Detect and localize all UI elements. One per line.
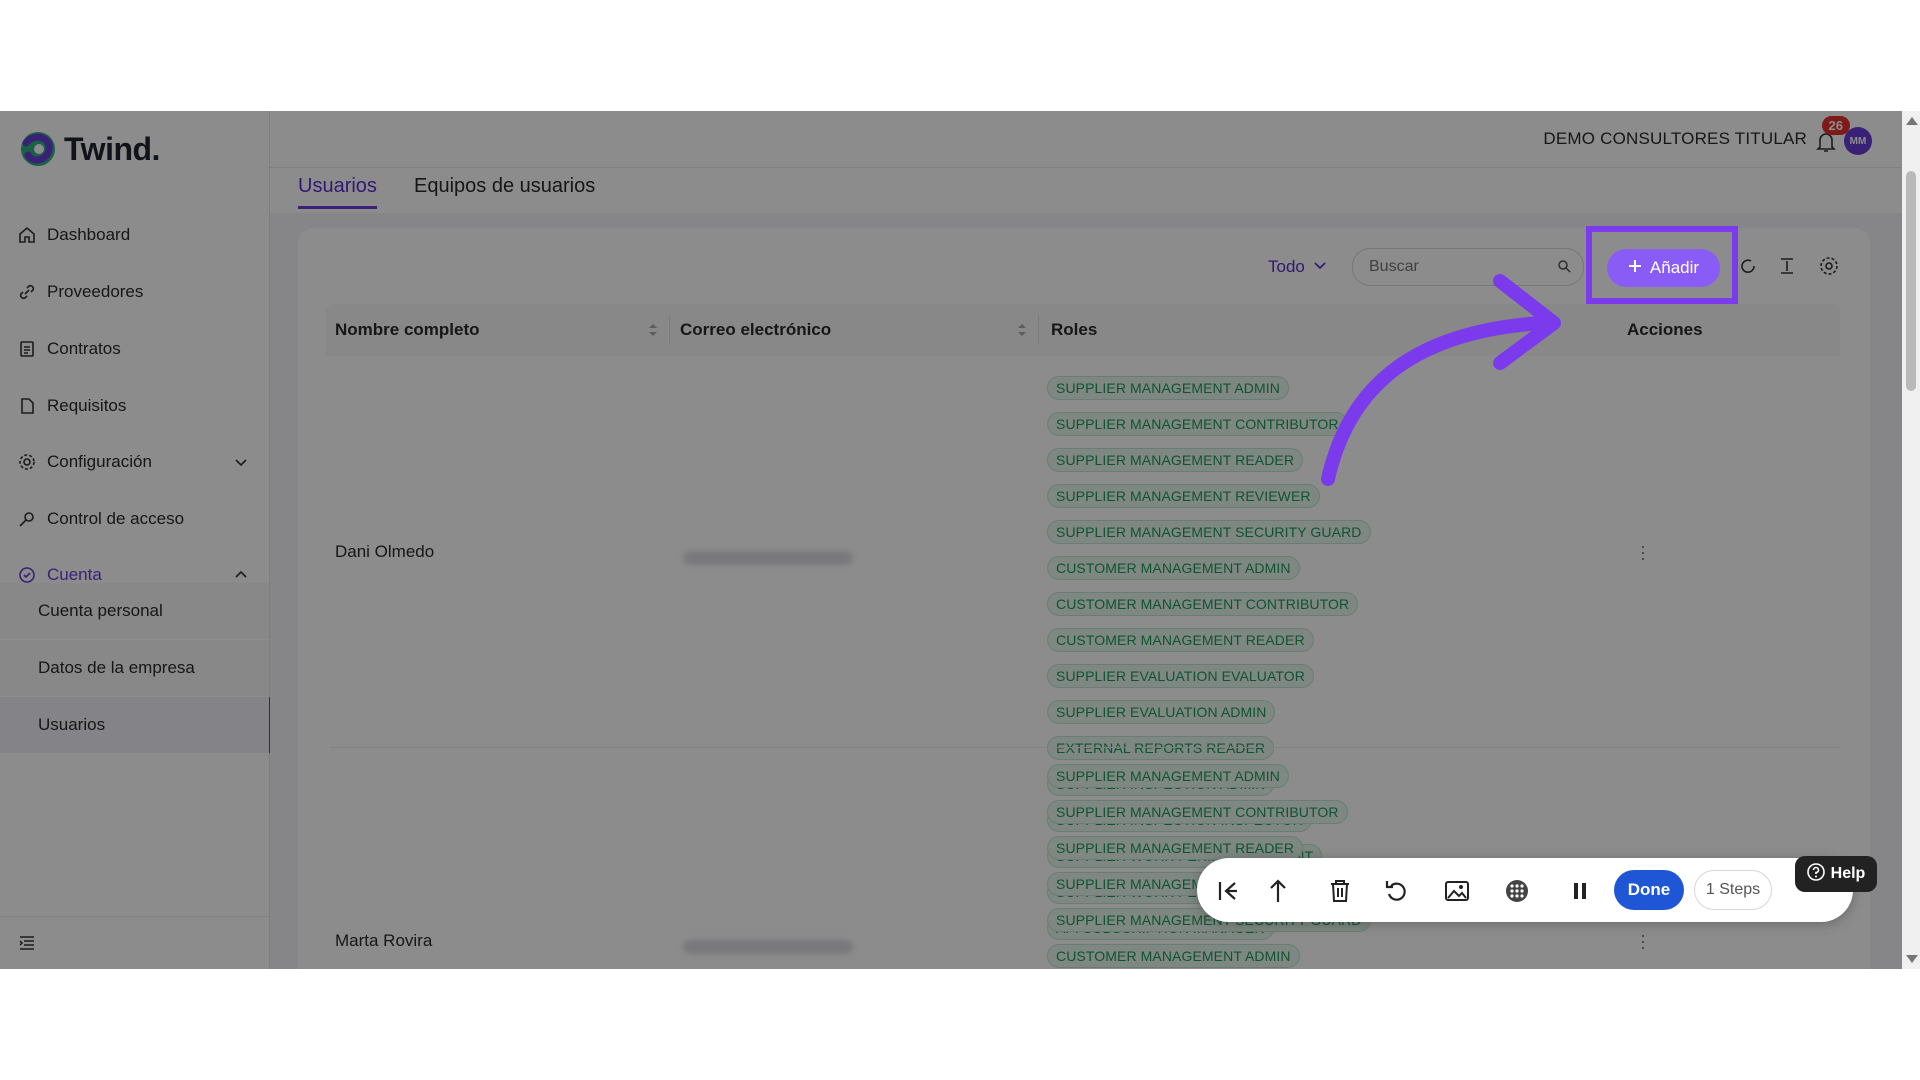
done-button[interactable]: Done bbox=[1614, 870, 1684, 910]
role-tag: SUPPLIER MANAGEMENT CONTRIBUTOR bbox=[1047, 412, 1348, 436]
top-header: DEMO CONSULTORES TITULAR 26 MM bbox=[270, 111, 1920, 168]
sidebar-item-dashboard[interactable]: Dashboard bbox=[0, 215, 269, 255]
user-email-blurred bbox=[683, 551, 853, 565]
role-tag: SUPPLIER EVALUATION EVALUATOR bbox=[1047, 664, 1315, 688]
sidebar-subitem-cuenta-personal[interactable]: Cuenta personal bbox=[0, 583, 269, 639]
user-email-blurred bbox=[683, 940, 853, 954]
twind-logo-icon bbox=[18, 129, 58, 169]
role-tag: SUPPLIER EVALUATION ADMIN bbox=[1047, 700, 1276, 724]
brand-logo[interactable]: Twind. bbox=[18, 129, 160, 169]
sidebar-subitem-usuarios[interactable]: Usuarios bbox=[0, 697, 272, 753]
sidebar-subitem-datos-empresa[interactable]: Datos de la empresa bbox=[0, 640, 269, 696]
role-tag: SUPPLIER MANAGEMENT ADMIN bbox=[1047, 376, 1289, 400]
sidebar-footer bbox=[0, 916, 269, 969]
chevron-down-icon bbox=[233, 454, 249, 470]
tab-bar: Usuarios Equipos de usuarios bbox=[298, 167, 1878, 213]
plus-icon bbox=[1628, 258, 1642, 278]
column-header-email[interactable]: Correo electrónico bbox=[680, 320, 831, 340]
sidebar-item-contratos[interactable]: Contratos bbox=[0, 329, 269, 369]
chevron-up-icon bbox=[233, 567, 249, 583]
sidebar-item-label: Cuenta bbox=[47, 565, 102, 584]
column-height-icon[interactable] bbox=[1776, 255, 1798, 277]
role-tag: SUPPLIER MANAGEMENT SECURITY GUARD bbox=[1047, 520, 1371, 544]
role-tag: SUPPLIER MANAGEMENT READER bbox=[1047, 448, 1304, 472]
role-tag: CUSTOMER MANAGEMENT CONTRIBUTOR bbox=[1047, 592, 1359, 616]
user-name: Marta Rovira bbox=[335, 931, 433, 950]
sidebar-item-label: Control de acceso bbox=[47, 509, 185, 528]
add-user-button[interactable]: Añadir bbox=[1607, 249, 1720, 287]
sidebar-item-label: Dashboard bbox=[47, 225, 131, 244]
contract-icon bbox=[17, 339, 37, 359]
sort-icon[interactable] bbox=[1017, 322, 1027, 338]
column-header-name[interactable]: Nombre completo bbox=[335, 320, 480, 340]
account-icon bbox=[17, 565, 37, 585]
scrollbar[interactable] bbox=[1902, 111, 1920, 969]
steps-counter-button[interactable]: 1 Steps bbox=[1694, 870, 1772, 910]
column-divider bbox=[1038, 316, 1039, 344]
collapse-sidebar-icon[interactable] bbox=[18, 934, 36, 952]
trash-icon[interactable] bbox=[1327, 878, 1353, 904]
sidebar: Twind. Dashboard Proveedores Contratos R… bbox=[0, 111, 272, 969]
role-tag: CUSTOMER MANAGEMENT ADMIN bbox=[1047, 556, 1300, 580]
role-tag: SUPPLIER MANAGEMENT ADMIN bbox=[1047, 764, 1289, 788]
role-tag: CUSTOMER MANAGEMENT ADMIN bbox=[1047, 944, 1300, 968]
app-window: Twind. Dashboard Proveedores Contratos R… bbox=[0, 111, 1920, 969]
sidebar-subitem-label: Cuenta personal bbox=[38, 601, 163, 620]
settings-gear-icon[interactable] bbox=[1818, 255, 1840, 277]
sidebar-item-label: Proveedores bbox=[47, 282, 144, 301]
sidebar-item-requisitos[interactable]: Requisitos bbox=[0, 386, 269, 426]
blur-icon[interactable] bbox=[1504, 878, 1530, 904]
sort-icon[interactable] bbox=[648, 322, 658, 338]
user-name: Dani Olmedo bbox=[335, 542, 435, 561]
gear-icon bbox=[17, 452, 37, 472]
sidebar-item-configuracion[interactable]: Configuración bbox=[0, 442, 269, 482]
row-actions-menu-icon[interactable]: · · · bbox=[1640, 926, 1646, 956]
home-icon bbox=[17, 225, 37, 245]
sidebar-subitem-label: Usuarios bbox=[38, 715, 106, 734]
sidebar-item-control-de-acceso[interactable]: Control de acceso bbox=[0, 499, 269, 539]
pause-icon[interactable] bbox=[1567, 878, 1593, 904]
refresh-icon[interactable] bbox=[1737, 255, 1759, 277]
sidebar-item-label: Requisitos bbox=[47, 396, 127, 415]
sidebar-item-proveedores[interactable]: Proveedores bbox=[0, 272, 269, 312]
table-header: Nombre completo Correo electrónico Roles… bbox=[326, 304, 1840, 356]
sidebar-item-label: Configuración bbox=[47, 452, 152, 471]
sidebar-item-label: Contratos bbox=[47, 339, 121, 358]
scroll-up-icon[interactable] bbox=[1906, 117, 1918, 125]
tab-usuarios[interactable]: Usuarios bbox=[298, 175, 377, 209]
recorder-toolbar: Done 1 Steps bbox=[1197, 858, 1853, 922]
add-user-label: Añadir bbox=[1649, 258, 1700, 277]
undo-icon[interactable] bbox=[1384, 878, 1410, 904]
scroll-down-icon[interactable] bbox=[1906, 955, 1918, 963]
help-button[interactable]: Help bbox=[1795, 856, 1877, 892]
image-icon[interactable] bbox=[1444, 878, 1470, 904]
skip-back-icon[interactable] bbox=[1215, 878, 1241, 904]
row-actions-menu-icon[interactable]: · · · bbox=[1640, 537, 1646, 567]
filter-value: Todo bbox=[1268, 257, 1305, 276]
column-header-roles: Roles bbox=[1051, 320, 1098, 339]
document-icon bbox=[17, 396, 37, 416]
help-icon bbox=[1806, 862, 1825, 886]
help-label: Help bbox=[1830, 865, 1866, 882]
column-header-actions: Acciones bbox=[1627, 320, 1703, 339]
scroll-thumb[interactable] bbox=[1906, 171, 1916, 391]
role-tag: SUPPLIER MANAGEMENT CONTRIBUTOR bbox=[1047, 800, 1348, 824]
column-divider bbox=[669, 316, 670, 344]
role-tag: CUSTOMER MANAGEMENT READER bbox=[1047, 628, 1314, 652]
brand-name: Twind. bbox=[64, 130, 160, 167]
link-icon bbox=[17, 282, 37, 302]
company-name[interactable]: DEMO CONSULTORES TITULAR bbox=[1543, 129, 1807, 149]
row-divider bbox=[330, 747, 1840, 748]
role-tag: EXTERNAL REPORTS READER bbox=[1047, 736, 1275, 760]
pointer-arrow-icon bbox=[1321, 274, 1561, 486]
tab-equipos-de-usuarios[interactable]: Equipos de usuarios bbox=[414, 175, 595, 206]
role-tag: SUPPLIER MANAGEMENT REVIEWER bbox=[1047, 484, 1320, 508]
key-icon bbox=[17, 509, 37, 529]
role-tag: SUPPLIER MANAGEMENT READER bbox=[1047, 836, 1304, 860]
sidebar-subitem-label: Datos de la empresa bbox=[38, 658, 195, 677]
avatar[interactable]: MM bbox=[1844, 127, 1872, 155]
upload-arrow-icon[interactable] bbox=[1265, 878, 1291, 904]
